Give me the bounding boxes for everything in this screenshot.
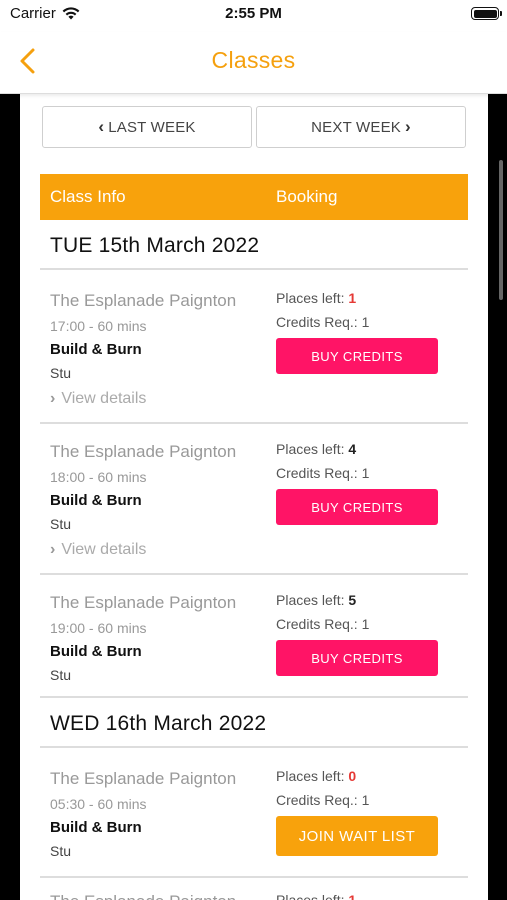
last-week-button[interactable]: ‹ LAST WEEK xyxy=(42,106,252,148)
credits-required: Credits Req.: 1 xyxy=(276,465,369,481)
credits-required: Credits Req.: 1 xyxy=(276,792,369,808)
class-name: Build & Burn xyxy=(50,643,142,660)
class-time: 05:30 - 60 mins xyxy=(50,796,147,812)
places-left: Places left: 1 xyxy=(276,892,356,900)
credits-label: Credits Req.: xyxy=(276,465,362,481)
credits-label: Credits Req.: xyxy=(276,314,362,330)
places-left-count: 1 xyxy=(348,892,357,900)
class-instructor: Stu xyxy=(50,843,72,859)
class-name: Build & Burn xyxy=(50,819,142,836)
nav-bar: Classes xyxy=(0,32,507,94)
view-details-label: View details xyxy=(61,390,147,407)
places-left: Places left: 1 xyxy=(276,290,356,306)
places-left-count: 1 xyxy=(348,290,357,306)
page-title: Classes xyxy=(211,47,296,73)
join-wait-list-button[interactable]: JOIN WAIT LIST xyxy=(276,816,438,856)
content-frame: ‹ LAST WEEK NEXT WEEK › Class Info Booki… xyxy=(0,94,507,900)
day-date: WED 16th March 2022 xyxy=(50,712,267,735)
class-time: 18:00 - 60 mins xyxy=(50,469,147,485)
class-location: The Esplanade Paignton xyxy=(50,442,237,461)
class-name: Build & Burn xyxy=(50,492,142,509)
places-left-count: 5 xyxy=(348,592,357,608)
class-instructor: Stu xyxy=(50,365,72,381)
day-date: TUE 15th March 2022 xyxy=(50,234,260,257)
places-left-count: 4 xyxy=(348,441,357,457)
buy-credits-button[interactable]: BUY CREDITS xyxy=(276,640,438,676)
header-class-info: Class Info xyxy=(50,187,126,206)
class-location: The Esplanade Paignton xyxy=(50,892,236,900)
class-location: The Esplanade Paignton xyxy=(50,593,237,612)
places-left: Places left: 5 xyxy=(276,592,356,608)
places-left-label: Places left: xyxy=(276,592,349,608)
day-header: TUE 15th March 2022 xyxy=(40,222,468,270)
day-header: WED 16th March 2022 xyxy=(40,700,468,748)
class-row: The Esplanade Paignton 18:00 - 60 mins B… xyxy=(40,425,468,575)
class-time: 17:00 - 60 mins xyxy=(50,318,147,334)
chevron-right-icon: › xyxy=(50,390,56,407)
class-row-partial: The Esplanade Paignton Places left: 1 xyxy=(40,888,468,900)
class-instructor: Stu xyxy=(50,667,72,683)
places-left-label: Places left: xyxy=(276,768,349,784)
class-row: The Esplanade Paignton 19:00 - 60 mins B… xyxy=(40,576,468,698)
credits-count: 1 xyxy=(361,616,370,632)
class-location: The Esplanade Paignton xyxy=(50,291,237,310)
view-details-label: View details xyxy=(61,541,147,558)
credits-label: Credits Req.: xyxy=(276,792,362,808)
view-details-link[interactable]: › View details xyxy=(50,390,146,408)
status-bar: Carrier 2:55 PM xyxy=(0,0,507,32)
scrollbar[interactable] xyxy=(499,160,503,300)
places-left-label: Places left: xyxy=(276,892,349,900)
class-instructor: Stu xyxy=(50,516,72,532)
next-week-label: NEXT WEEK xyxy=(311,118,401,136)
places-left-label: Places left: xyxy=(276,441,349,457)
credits-required: Credits Req.: 1 xyxy=(276,616,369,632)
chevron-left-icon: ‹ xyxy=(98,117,105,136)
credits-count: 1 xyxy=(361,314,370,330)
battery-icon xyxy=(471,7,502,20)
view-details-link[interactable]: › View details xyxy=(50,541,146,559)
header-booking: Booking xyxy=(276,187,338,206)
places-left: Places left: 4 xyxy=(276,441,356,457)
classes-panel: ‹ LAST WEEK NEXT WEEK › Class Info Booki… xyxy=(20,94,488,900)
credits-label: Credits Req.: xyxy=(276,616,362,632)
chevron-right-icon: › xyxy=(405,117,411,136)
class-location: The Esplanade Paignton xyxy=(50,769,237,788)
class-time: 19:00 - 60 mins xyxy=(50,620,147,636)
buy-credits-button[interactable]: BUY CREDITS xyxy=(276,489,438,525)
credits-count: 1 xyxy=(361,792,370,808)
chevron-right-icon: › xyxy=(50,541,56,558)
buy-credits-button[interactable]: BUY CREDITS xyxy=(276,338,438,374)
credits-required: Credits Req.: 1 xyxy=(276,314,369,330)
class-name: Build & Burn xyxy=(50,341,142,358)
class-row: The Esplanade Paignton 05:30 - 60 mins B… xyxy=(40,752,468,878)
places-left-label: Places left: xyxy=(276,290,349,306)
table-header: Class Info Booking xyxy=(40,174,468,220)
places-left-count: 0 xyxy=(348,768,357,784)
last-week-label: LAST WEEK xyxy=(108,118,196,136)
next-week-button[interactable]: NEXT WEEK › xyxy=(256,106,466,148)
status-time: 2:55 PM xyxy=(225,5,282,22)
credits-count: 1 xyxy=(361,465,370,481)
places-left: Places left: 0 xyxy=(276,768,356,784)
class-row: The Esplanade Paignton 17:00 - 60 mins B… xyxy=(40,274,468,424)
